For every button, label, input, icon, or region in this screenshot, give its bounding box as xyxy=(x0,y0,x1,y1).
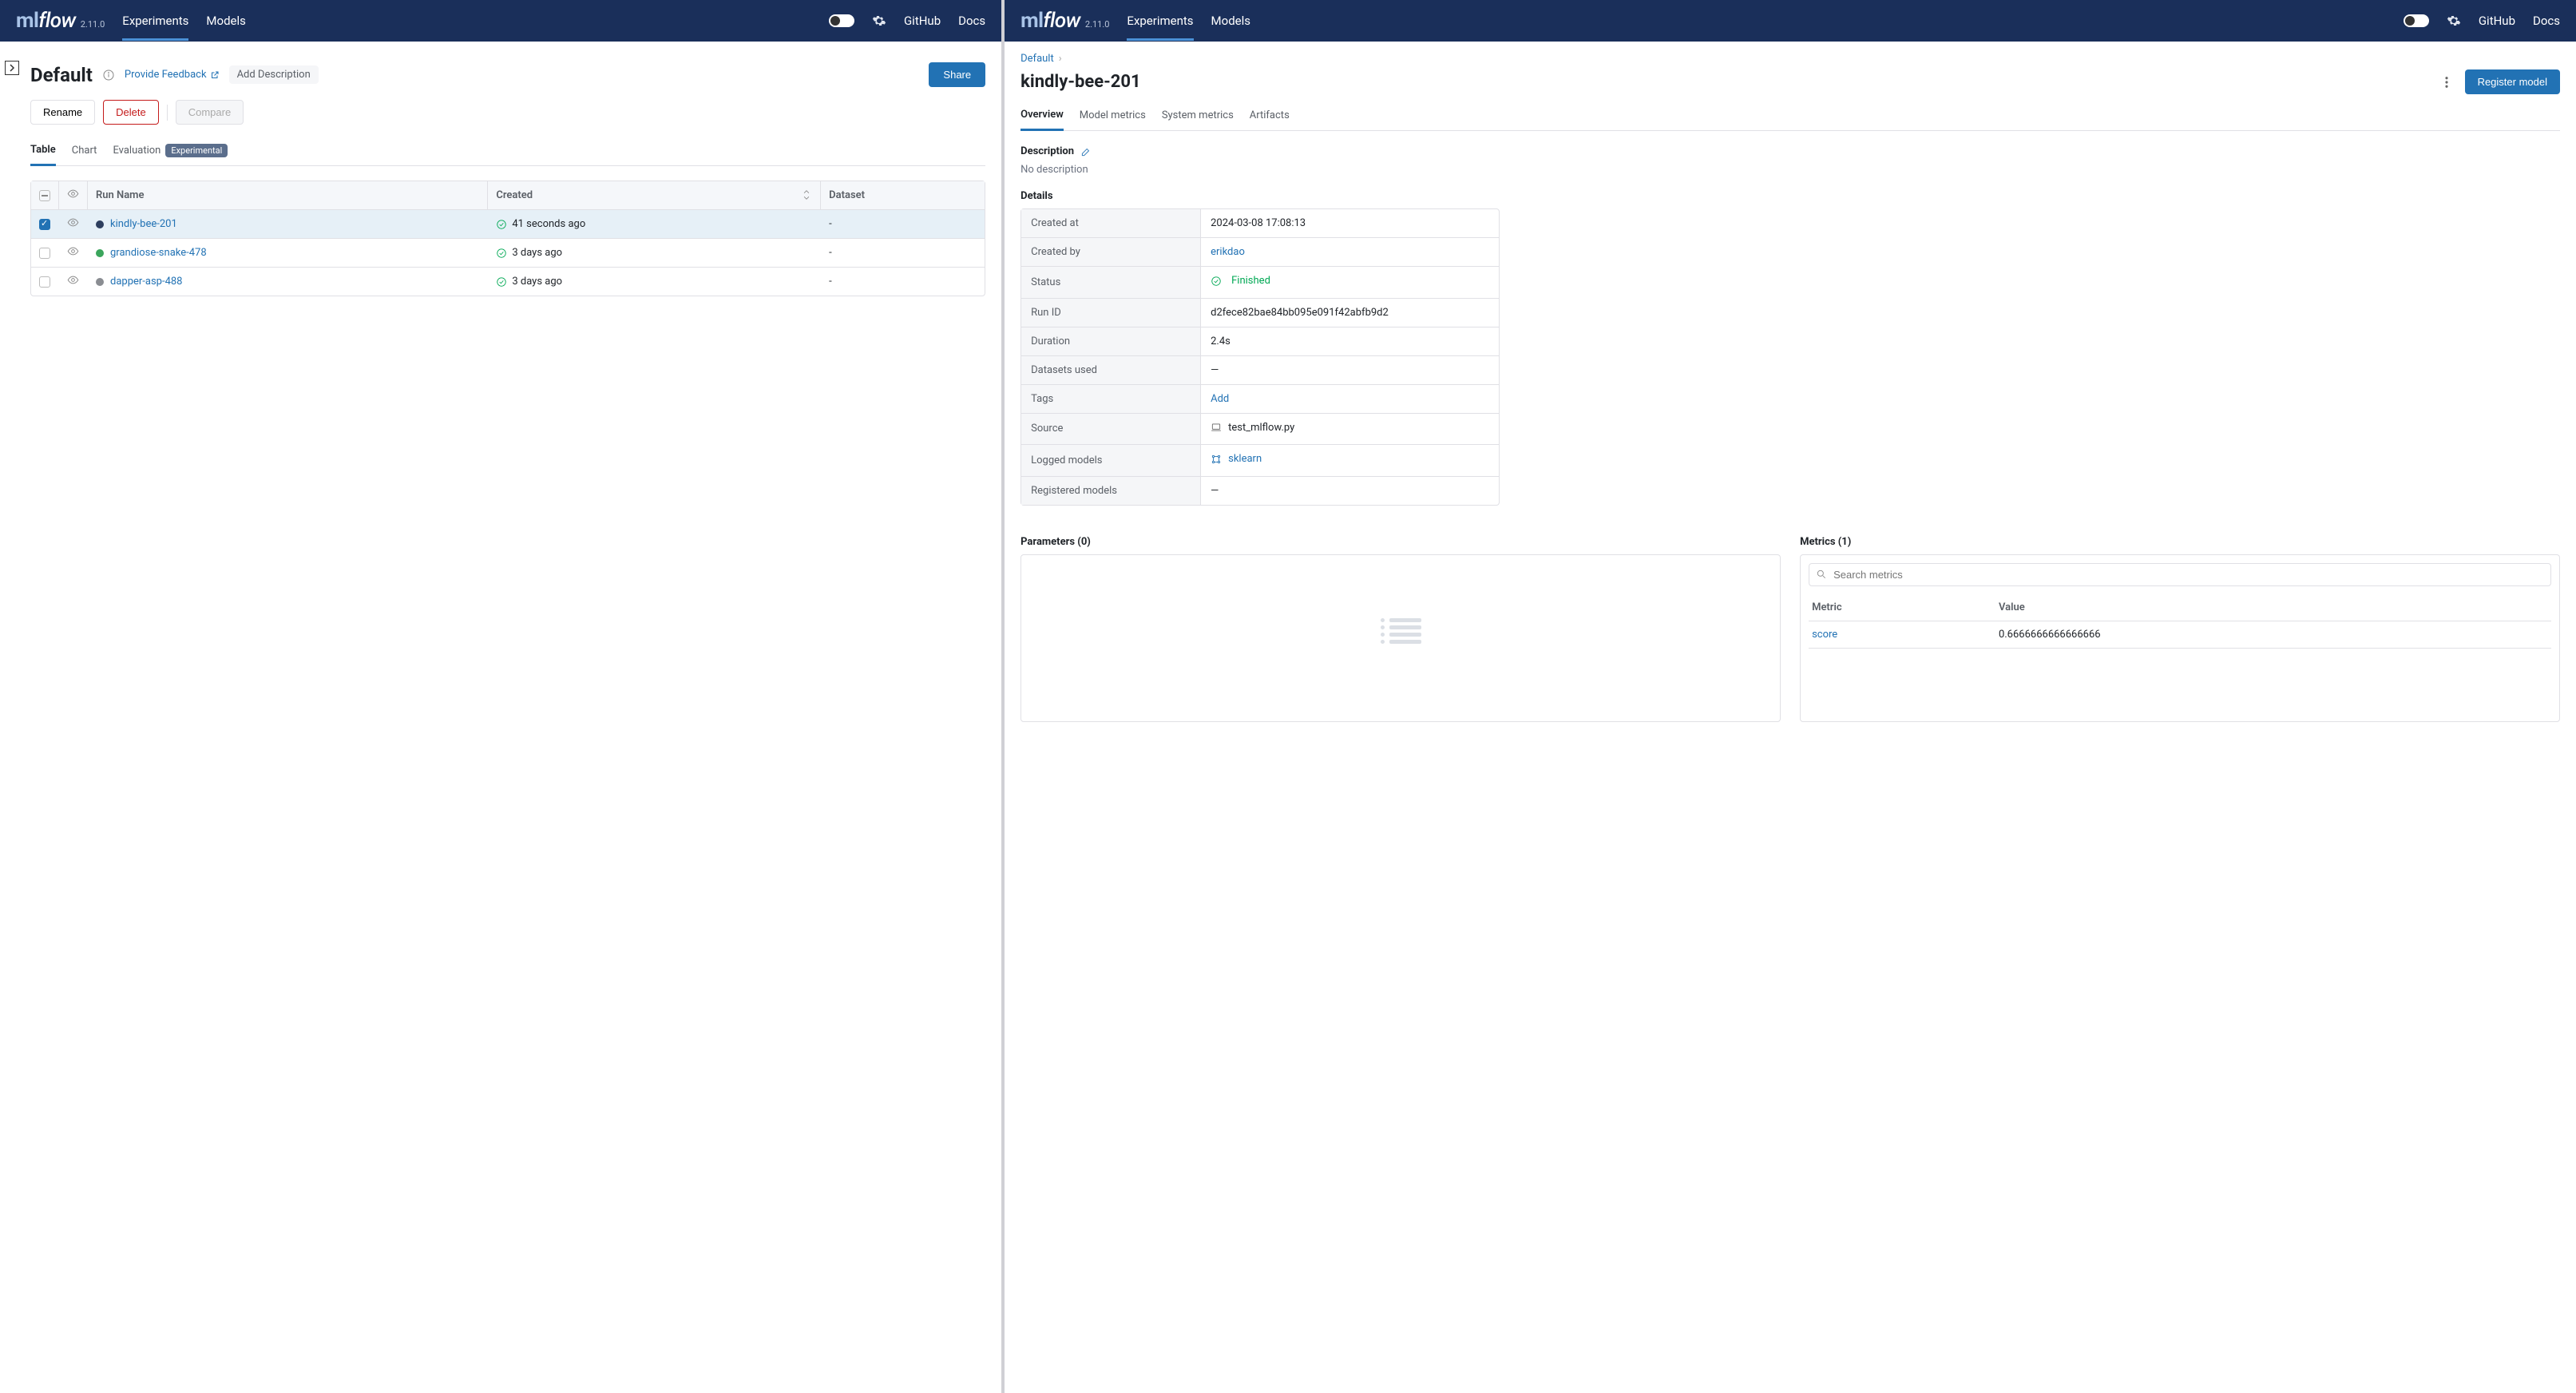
metrics-table: Metric Value score 0.6666666666666666 xyxy=(1809,594,2551,649)
add-tag-link[interactable]: Add xyxy=(1211,393,1229,405)
logo[interactable]: mlflow 2.11.0 xyxy=(16,9,105,33)
model-icon xyxy=(1211,454,1222,465)
register-model-button[interactable]: Register model xyxy=(2465,69,2560,94)
description-heading: Description xyxy=(1020,145,1074,157)
metric-row: score 0.6666666666666666 xyxy=(1809,621,2551,648)
tab-table[interactable]: Table xyxy=(30,137,56,166)
run-color-dot xyxy=(96,220,104,228)
metrics-panel: Metric Value score 0.6666666666666666 xyxy=(1800,554,2560,722)
tab-model-metrics[interactable]: Model metrics xyxy=(1080,102,1146,130)
laptop-icon xyxy=(1211,422,1222,433)
details-heading: Details xyxy=(1020,190,2560,202)
row-checkbox[interactable] xyxy=(39,276,50,288)
theme-toggle[interactable] xyxy=(2404,14,2429,27)
sort-icon[interactable] xyxy=(801,189,812,200)
col-run-name[interactable]: Run Name xyxy=(88,181,488,210)
metric-link[interactable]: score xyxy=(1812,629,1837,641)
topnav-right: mlflow 2.11.0 Experiments Models GitHub … xyxy=(1005,0,2576,42)
topnav-left: mlflow 2.11.0 Experiments Models GitHub … xyxy=(0,0,1001,42)
registered-value: — xyxy=(1201,477,1499,505)
details-table: Created at2024-03-08 17:08:13 Created by… xyxy=(1020,208,1500,506)
tab-chart[interactable]: Chart xyxy=(72,137,97,165)
no-description-text: No description xyxy=(1020,164,2560,176)
row-checkbox[interactable] xyxy=(39,219,50,230)
theme-toggle[interactable] xyxy=(829,14,854,27)
visibility-icon[interactable] xyxy=(67,245,79,257)
search-icon xyxy=(1816,569,1827,580)
select-all-checkbox[interactable] xyxy=(39,190,50,201)
run-color-dot xyxy=(96,278,104,286)
nav-docs[interactable]: Docs xyxy=(2533,1,2560,41)
edit-icon[interactable] xyxy=(1080,146,1092,157)
run-link[interactable]: dapper-asp-488 xyxy=(110,276,183,288)
nav-experiments[interactable]: Experiments xyxy=(1127,1,1193,41)
experiment-title: Default xyxy=(30,64,93,86)
visibility-icon[interactable] xyxy=(67,216,79,228)
metrics-heading: Metrics (1) xyxy=(1800,536,2560,548)
run-tabs: Overview Model metrics System metrics Ar… xyxy=(1020,102,2560,131)
row-checkbox[interactable] xyxy=(39,248,50,259)
info-icon xyxy=(102,69,115,81)
experimental-pill: Experimental xyxy=(165,144,228,157)
col-metric[interactable]: Metric xyxy=(1809,594,1995,621)
run-color-dot xyxy=(96,249,104,257)
logo[interactable]: mlflow 2.11.0 xyxy=(1020,9,1109,33)
status-badge: Finished xyxy=(1211,275,1270,287)
datasets-value: — xyxy=(1201,356,1499,385)
delete-button[interactable]: Delete xyxy=(103,100,159,125)
provide-feedback-link[interactable]: Provide Feedback xyxy=(125,69,220,81)
run-link[interactable]: kindly-bee-201 xyxy=(110,218,177,230)
nav-github[interactable]: GitHub xyxy=(904,1,941,41)
check-icon xyxy=(1211,276,1222,287)
created-by-link[interactable]: erikdao xyxy=(1211,246,1245,258)
breadcrumb: Default › xyxy=(1020,53,2560,65)
search-metrics-input[interactable] xyxy=(1809,563,2551,586)
empty-state-icon xyxy=(1029,563,1772,699)
external-link-icon xyxy=(210,70,220,80)
visibility-icon[interactable] xyxy=(67,274,79,286)
search-input[interactable] xyxy=(1832,568,2544,581)
tab-overview[interactable]: Overview xyxy=(1020,102,1064,131)
run-title: kindly-bee-201 xyxy=(1020,72,1141,92)
compare-button: Compare xyxy=(176,100,244,125)
share-button[interactable]: Share xyxy=(929,62,985,87)
col-value[interactable]: Value xyxy=(1995,594,2551,621)
more-menu-icon[interactable] xyxy=(2439,75,2454,89)
nav-experiments[interactable]: Experiments xyxy=(122,1,188,41)
tab-system-metrics[interactable]: System metrics xyxy=(1162,102,1234,130)
run-id-value: d2fece82bae84bb095e091f42abfb9d2 xyxy=(1201,299,1499,327)
nav-models[interactable]: Models xyxy=(206,1,245,41)
duration-value: 2.4s xyxy=(1201,327,1499,356)
logged-model-link[interactable]: sklearn xyxy=(1228,453,1262,465)
rename-button[interactable]: Rename xyxy=(30,100,95,125)
chevron-right-icon: › xyxy=(1059,53,1062,65)
visibility-icon[interactable] xyxy=(67,188,79,200)
table-row[interactable]: grandiose-snake-478 3 days ago - xyxy=(31,239,985,268)
run-link[interactable]: grandiose-snake-478 xyxy=(110,247,207,259)
gear-icon[interactable] xyxy=(2447,14,2461,28)
view-tabs: Table Chart Evaluation Experimental xyxy=(30,137,985,166)
metric-value: 0.6666666666666666 xyxy=(1995,621,2551,648)
runs-table: Run Name Created Dataset kindly-bee-201 … xyxy=(30,181,985,296)
tab-evaluation[interactable]: Evaluation Experimental xyxy=(113,137,228,165)
created-at-value: 2024-03-08 17:08:13 xyxy=(1201,209,1499,238)
add-description-button[interactable]: Add Description xyxy=(229,65,319,84)
tab-artifacts[interactable]: Artifacts xyxy=(1250,102,1290,130)
source-value: test_mlflow.py xyxy=(1228,422,1294,434)
status-icon xyxy=(496,276,507,288)
nav-docs[interactable]: Docs xyxy=(958,1,985,41)
parameters-panel xyxy=(1020,554,1781,722)
nav-models[interactable]: Models xyxy=(1211,1,1250,41)
parameters-heading: Parameters (0) xyxy=(1020,536,1781,548)
expand-sidebar-button[interactable] xyxy=(5,61,19,75)
table-row[interactable]: dapper-asp-488 3 days ago - xyxy=(31,268,985,296)
nav-github[interactable]: GitHub xyxy=(2479,1,2515,41)
breadcrumb-link[interactable]: Default xyxy=(1020,53,1054,65)
table-row[interactable]: kindly-bee-201 41 seconds ago - xyxy=(31,210,985,239)
status-icon xyxy=(496,219,507,230)
gear-icon[interactable] xyxy=(872,14,886,28)
col-created[interactable]: Created xyxy=(488,181,821,210)
col-dataset[interactable]: Dataset xyxy=(821,181,985,210)
status-icon xyxy=(496,248,507,259)
